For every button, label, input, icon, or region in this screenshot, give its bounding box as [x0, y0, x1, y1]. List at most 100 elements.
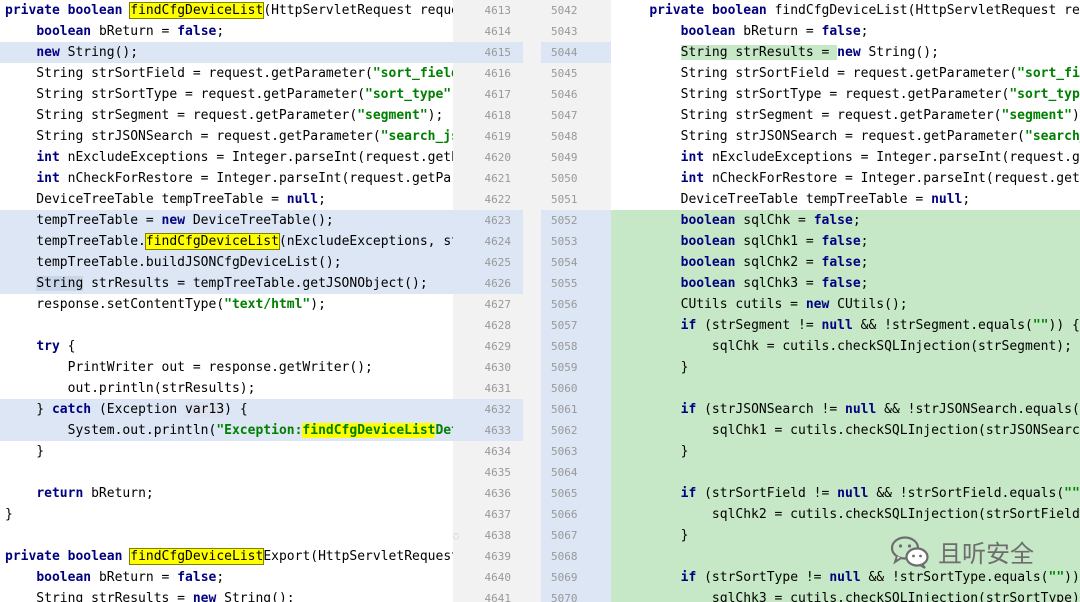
- left-code-line[interactable]: String strSegment = request.getParameter…: [0, 105, 453, 126]
- code-keyword: null: [845, 402, 885, 417]
- left-code-pane[interactable]: private boolean findCfgDeviceList(HttpSe…: [0, 0, 453, 602]
- code-keyword: int: [36, 171, 68, 186]
- left-code-line[interactable]: DeviceTreeTable tempTreeTable = null;: [0, 189, 453, 210]
- left-line-number: 4626: [484, 277, 512, 290]
- left-code-line[interactable]: tempTreeTable.findCfgDeviceList(nExclude…: [0, 231, 453, 252]
- left-code-line[interactable]: boolean bReturn = false;: [0, 21, 453, 42]
- right-code-line[interactable]: if (strJSONSearch != null && !strJSONSea…: [611, 399, 1080, 420]
- right-code-line[interactable]: sqlChk2 = cutils.checkSQLInjection(strSo…: [611, 504, 1080, 525]
- right-code-line[interactable]: sqlChk1 = cutils.checkSQLInjection(strJS…: [611, 420, 1080, 441]
- left-code-line[interactable]: out.println(strResults);: [0, 378, 453, 399]
- code-string: "sort_type": [1009, 87, 1080, 102]
- gutter-row: 4619 5048: [453, 126, 611, 147]
- code-keyword: private: [5, 549, 68, 564]
- left-code-line[interactable]: tempTreeTable.buildJSONCfgDeviceList();: [0, 252, 453, 273]
- right-code-line[interactable]: boolean sqlChk1 = false;: [611, 231, 1080, 252]
- left-code-line[interactable]: System.out.println("Exception:findCfgDev…: [0, 420, 453, 441]
- right-code-line[interactable]: DeviceTreeTable tempTreeTable = null;: [611, 189, 1080, 210]
- left-code-line[interactable]: int nCheckForRestore = Integer.parseInt(…: [0, 168, 453, 189]
- right-code-line[interactable]: boolean sqlChk3 = false;: [611, 273, 1080, 294]
- code-keyword: boolean: [680, 255, 744, 270]
- code-text: String strSortField = request.getParamet…: [5, 66, 373, 81]
- left-code-line[interactable]: private boolean findCfgDeviceList(HttpSe…: [0, 0, 453, 21]
- right-code-line[interactable]: [611, 462, 1080, 483]
- left-line-number: 4639: [484, 550, 512, 563]
- right-code-line[interactable]: [611, 378, 1080, 399]
- left-code-line[interactable]: PrintWriter out = response.getWriter();: [0, 357, 453, 378]
- right-code-line[interactable]: int nCheckForRestore = Integer.parseInt(…: [611, 168, 1080, 189]
- code-keyword: false: [177, 24, 217, 39]
- right-code-line[interactable]: if (strSortField != null && !strSortFiel…: [611, 483, 1080, 504]
- wechat-icon: [890, 535, 930, 569]
- gutter-row: 4623 5052: [453, 210, 611, 231]
- right-code-line[interactable]: if (strSortType != null && !strSortType.…: [611, 567, 1080, 588]
- right-code-line[interactable]: sqlChk3 = cutils.checkSQLInjection(strSo…: [611, 588, 1080, 602]
- left-code-line[interactable]: int nExcludeExceptions = Integer.parseIn…: [0, 147, 453, 168]
- code-text: }: [618, 360, 689, 375]
- code-text: (strSortField !=: [704, 486, 838, 501]
- left-code-line[interactable]: response.setContentType("text/html");: [0, 294, 453, 315]
- code-text: out.println(strResults);: [5, 381, 256, 396]
- right-code-line[interactable]: CUtils cutils = new CUtils();: [611, 294, 1080, 315]
- right-code-line[interactable]: boolean sqlChk = false;: [611, 210, 1080, 231]
- left-code-line[interactable]: String strJSONSearch = request.getParame…: [0, 126, 453, 147]
- right-code-line[interactable]: boolean bReturn = false;: [611, 21, 1080, 42]
- left-code-line[interactable]: [0, 315, 453, 336]
- code-text: Export(HttpServletRequest r: [263, 549, 453, 564]
- right-line-number: 5047: [551, 109, 578, 122]
- code-keyword: new: [192, 591, 225, 602]
- left-line-number: 4629: [484, 340, 512, 353]
- left-code-line[interactable]: String strResults = tempTreeTable.getJSO…: [0, 273, 453, 294]
- left-code-line[interactable]: [0, 525, 453, 546]
- right-line-number: 5062: [551, 424, 578, 437]
- right-code-line[interactable]: boolean sqlChk2 = false;: [611, 252, 1080, 273]
- right-code-line[interactable]: String strSortField = request.getParamet…: [611, 63, 1080, 84]
- left-code-line[interactable]: new String();: [0, 42, 453, 63]
- code-keyword: private: [5, 3, 68, 18]
- code-text: nExcludeExceptions = Integer.parseInt(re…: [711, 150, 1080, 165]
- code-text: sqlChk3 = cutils.checkSQLInjection(strSo…: [618, 591, 1080, 602]
- left-code-line[interactable]: boolean bReturn = false;: [0, 567, 453, 588]
- right-code-line[interactable]: }: [611, 357, 1080, 378]
- left-code-line[interactable]: }: [0, 441, 453, 462]
- left-code-line[interactable]: String strSortType = request.getParamete…: [0, 84, 453, 105]
- right-code-line[interactable]: String strJSONSearch = request.getParame…: [611, 126, 1080, 147]
- left-code-line[interactable]: return bReturn;: [0, 483, 453, 504]
- right-line-number: 5054: [551, 256, 578, 269]
- code-text: sqlChk2 = cutils.checkSQLInjection(strSo…: [618, 507, 1080, 522]
- gutter-row: 4620 5049: [453, 147, 611, 168]
- left-code-line[interactable]: } catch (Exception var13) {: [0, 399, 453, 420]
- code-string: "segment": [357, 108, 428, 123]
- code-text: sqlChk =: [743, 213, 814, 228]
- right-code-line[interactable]: String strSegment = request.getParameter…: [611, 105, 1080, 126]
- left-code-line[interactable]: private boolean findCfgDeviceListExport(…: [0, 546, 453, 567]
- right-code-line[interactable]: String strSortType = request.getParamete…: [611, 84, 1080, 105]
- code-text: && !strSegment.equals(: [860, 318, 1033, 333]
- code-keyword: null: [837, 486, 877, 501]
- right-code-line[interactable]: if (strSegment != null && !strSegment.eq…: [611, 315, 1080, 336]
- code-keyword: boolean: [680, 213, 744, 228]
- right-code-line[interactable]: private boolean findCfgDeviceList(HttpSe…: [611, 0, 1080, 21]
- right-code-pane[interactable]: private boolean findCfgDeviceList(HttpSe…: [611, 0, 1080, 602]
- left-code-line[interactable]: try {: [0, 336, 453, 357]
- left-code-line[interactable]: String strResults = new String();: [0, 588, 453, 602]
- right-code-line[interactable]: }: [611, 441, 1080, 462]
- left-code-line[interactable]: [0, 462, 453, 483]
- left-line-number: 4635: [484, 466, 512, 479]
- left-code-line[interactable]: String strSortField = request.getParamet…: [0, 63, 453, 84]
- left-code-line[interactable]: tempTreeTable = new DeviceTreeTable();: [0, 210, 453, 231]
- right-code-line[interactable]: int nExcludeExceptions = Integer.parseIn…: [611, 147, 1080, 168]
- code-text: tempTreeTable.buildJSONCfgDeviceList();: [5, 255, 342, 270]
- left-line-number: 4616: [484, 67, 512, 80]
- code-text: String strJSONSearch = request.getParame…: [5, 129, 381, 144]
- right-code-line[interactable]: String strResults = new String();: [611, 42, 1080, 63]
- code-text: sqlChk = cutils.checkSQLInjection(strSeg…: [618, 339, 1072, 354]
- highlighted-variable: var13: [185, 402, 225, 417]
- right-code-line[interactable]: sqlChk = cutils.checkSQLInjection(strSeg…: [611, 336, 1080, 357]
- code-text: && !strSortField.equals(: [876, 486, 1065, 501]
- left-code-line[interactable]: }: [0, 504, 453, 525]
